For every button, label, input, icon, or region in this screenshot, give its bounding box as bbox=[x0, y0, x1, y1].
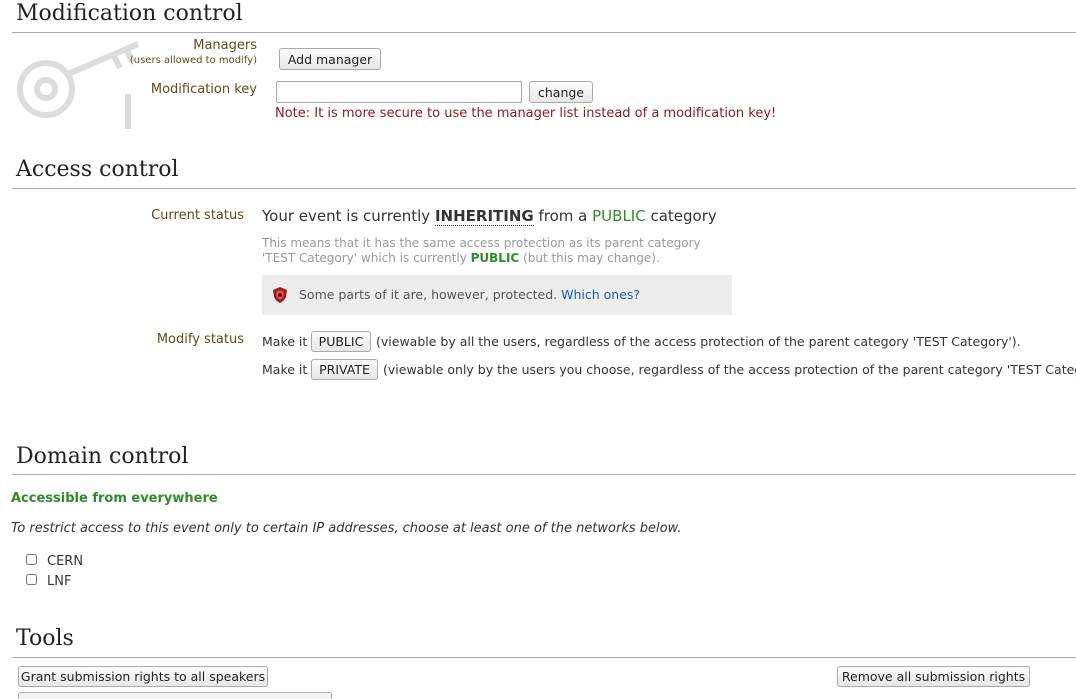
modify-status-label: Modify status bbox=[156, 332, 244, 347]
public-description: (viewable by all the users, regardless o… bbox=[376, 334, 1021, 349]
make-it-private-text: Make it bbox=[262, 362, 308, 377]
section-divider bbox=[12, 188, 1076, 189]
restrict-instructions: To restrict access to this event only to… bbox=[11, 521, 682, 536]
status-description-line1: This means that it has the same access p… bbox=[262, 236, 701, 250]
modification-key-input[interactable] bbox=[276, 81, 522, 103]
current-status-text: Your event is currently INHERITING from … bbox=[262, 207, 717, 226]
grant-submission-rights-button[interactable]: Grant submission rights to all speakers bbox=[18, 666, 268, 687]
protection-info-text: Some parts of it are, however, protected… bbox=[299, 287, 641, 302]
section-divider bbox=[12, 32, 1076, 33]
partial-button[interactable] bbox=[18, 692, 332, 699]
make-public-button[interactable]: PUBLIC bbox=[311, 331, 371, 352]
network-checkbox-lnf[interactable] bbox=[26, 574, 37, 585]
managers-sublabel: (users allowed to modify) bbox=[129, 55, 257, 66]
make-private-button[interactable]: PRIVATE bbox=[311, 359, 378, 380]
modification-key-label: Modification key bbox=[150, 82, 257, 97]
remove-submission-rights-button[interactable]: Remove all submission rights bbox=[837, 666, 1030, 687]
network-checkbox-cern[interactable] bbox=[26, 554, 37, 565]
change-key-button[interactable]: change bbox=[529, 81, 593, 103]
access-control-title: Access control bbox=[16, 157, 179, 182]
protection-info-box: Some parts of it are, however, protected… bbox=[262, 275, 732, 315]
network-label-lnf: LNF bbox=[47, 574, 72, 589]
domain-control-title: Domain control bbox=[16, 444, 189, 469]
public-status: PUBLIC bbox=[592, 207, 646, 225]
make-it-public-text: Make it bbox=[262, 334, 308, 349]
private-description: (viewable only by the users you choose, … bbox=[383, 362, 1076, 377]
status-description-line2: 'TEST Category' which is currently PUBLI… bbox=[262, 251, 660, 265]
shield-icon bbox=[273, 287, 287, 303]
inheriting-status: INHERITING bbox=[434, 207, 534, 226]
section-divider bbox=[12, 474, 1076, 475]
add-manager-button[interactable]: Add manager bbox=[279, 48, 381, 70]
section-divider bbox=[12, 657, 1076, 658]
tools-title: Tools bbox=[16, 626, 74, 651]
which-ones-link[interactable]: Which ones? bbox=[561, 287, 640, 302]
current-status-label: Current status bbox=[151, 208, 244, 223]
key-icon bbox=[17, 41, 140, 129]
modification-control-title: Modification control bbox=[16, 1, 243, 26]
modification-key-note: Note: It is more secure to use the manag… bbox=[275, 106, 777, 121]
network-label-cern: CERN bbox=[47, 554, 84, 569]
managers-label: Managers bbox=[193, 38, 257, 53]
accessible-status: Accessible from everywhere bbox=[11, 491, 218, 506]
